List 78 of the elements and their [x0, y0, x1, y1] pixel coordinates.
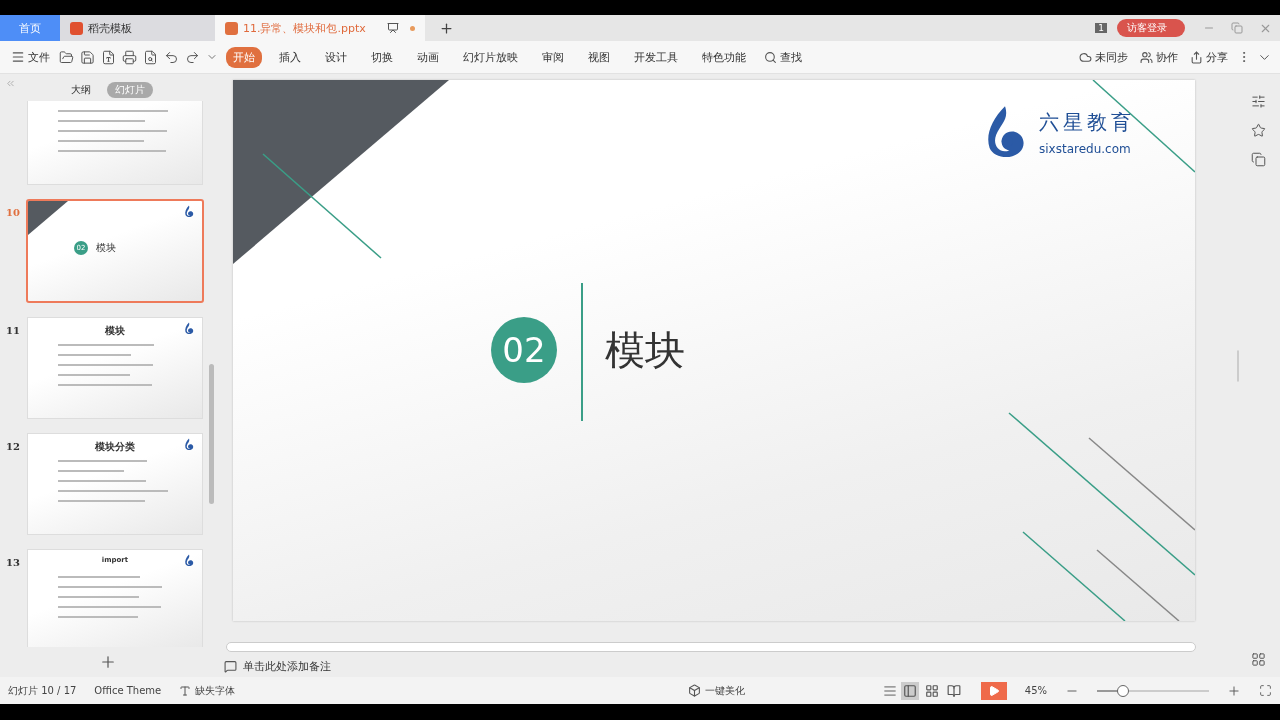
slide-title: 模块: [605, 326, 685, 375]
ribbon-tab[interactable]: 动画: [410, 46, 446, 68]
cube-icon: [687, 684, 701, 697]
window-count-badge[interactable]: 1: [1095, 23, 1107, 33]
collaborate-button[interactable]: 协作: [1137, 49, 1181, 65]
logo-icon: [184, 554, 194, 567]
fit-window-icon[interactable]: [1259, 684, 1272, 697]
ribbon-tab[interactable]: 视图: [581, 46, 617, 68]
open-folder-icon[interactable]: [59, 49, 74, 65]
slide-title: 模块分类: [95, 440, 135, 454]
login-button[interactable]: 访客登录: [1117, 19, 1185, 37]
scrollbar[interactable]: [1237, 350, 1239, 382]
new-tab-icon[interactable]: [439, 20, 454, 36]
cloud-icon: [1079, 50, 1092, 64]
share-button[interactable]: 分享: [1187, 49, 1231, 65]
add-slide-icon[interactable]: [99, 653, 117, 671]
missing-fonts-button[interactable]: 缺失字体: [179, 683, 236, 698]
docer-icon: [70, 21, 83, 35]
copy-icon[interactable]: [1250, 152, 1266, 167]
preview-icon[interactable]: [143, 49, 158, 65]
sync-button[interactable]: 未同步: [1076, 49, 1131, 65]
ribbon-tab[interactable]: 切换: [364, 46, 400, 68]
panel-tab[interactable]: 大纲: [63, 82, 99, 98]
ribbon-tab[interactable]: 特色功能: [695, 46, 753, 68]
file-menu[interactable]: 文件: [8, 49, 53, 65]
print-icon[interactable]: [122, 49, 137, 65]
people-icon: [1140, 50, 1153, 64]
scrollbar[interactable]: [226, 642, 1196, 652]
slide-thumbnail[interactable]: 模块分类: [27, 433, 203, 535]
save-icon[interactable]: [80, 49, 95, 65]
beautify-button[interactable]: 一键美化: [687, 683, 745, 698]
scrollbar[interactable]: [209, 364, 214, 504]
logo-icon: [184, 322, 194, 335]
unsaved-dot: [410, 25, 415, 31]
slide-number: 13: [5, 556, 21, 568]
monitor-icon[interactable]: [387, 22, 399, 34]
slide-counter: 幻灯片 10 / 17: [8, 683, 77, 698]
search-button[interactable]: 查找: [761, 49, 805, 65]
export-icon[interactable]: [101, 49, 116, 65]
play-button[interactable]: [980, 681, 1007, 700]
slide-decoration-drawing: [28, 201, 68, 235]
slide-number: 12: [5, 440, 21, 452]
zoom-in-icon[interactable]: [1227, 683, 1241, 698]
settings-sliders-icon[interactable]: [1250, 94, 1266, 109]
ribbon-tab[interactable]: 开发工具: [627, 46, 685, 68]
slide-thumbnail[interactable]: 模块: [27, 317, 203, 419]
normal-view-icon[interactable]: [900, 681, 919, 700]
ribbon-tab[interactable]: 审阅: [535, 46, 571, 68]
menu-icon: [11, 50, 25, 64]
zoom-slider-thumb[interactable]: [1117, 684, 1129, 697]
zoom-value[interactable]: 45%: [1024, 685, 1047, 696]
logo-icon: [184, 205, 194, 218]
logo-icon: [184, 438, 194, 451]
redo-icon[interactable]: [185, 49, 200, 65]
star-icon[interactable]: [1250, 123, 1266, 138]
share-icon: [1190, 50, 1203, 64]
slide-number: 11: [5, 324, 21, 336]
presentation-icon: [225, 21, 238, 35]
section-number: 02: [491, 317, 557, 383]
logo-url: sixstaredu.com: [1039, 142, 1132, 157]
notes-field[interactable]: 单击此处添加备注: [216, 655, 1236, 677]
ribbon-tab[interactable]: 设计: [318, 46, 354, 68]
undo-icon[interactable]: [164, 49, 179, 65]
comment-icon: [224, 659, 237, 673]
font-icon: [179, 684, 192, 697]
logo-name: 六星教育: [1039, 109, 1135, 137]
theme-name: Office Theme: [94, 685, 162, 696]
play-icon: [987, 684, 1000, 697]
slide-title: 模块: [96, 241, 116, 255]
notes-toggle-icon[interactable]: [882, 683, 897, 698]
document-tab[interactable]: 稻壳模板: [60, 15, 215, 41]
slide-number: 10: [5, 206, 21, 218]
ribbon-tab[interactable]: 插入: [272, 46, 308, 68]
ribbon-tab[interactable]: 幻灯片放映: [456, 46, 525, 68]
slide-thumbnail[interactable]: [27, 101, 203, 185]
slide-title: 模块: [105, 324, 125, 338]
search-icon: [764, 50, 777, 64]
grid-icon[interactable]: [1250, 652, 1266, 667]
